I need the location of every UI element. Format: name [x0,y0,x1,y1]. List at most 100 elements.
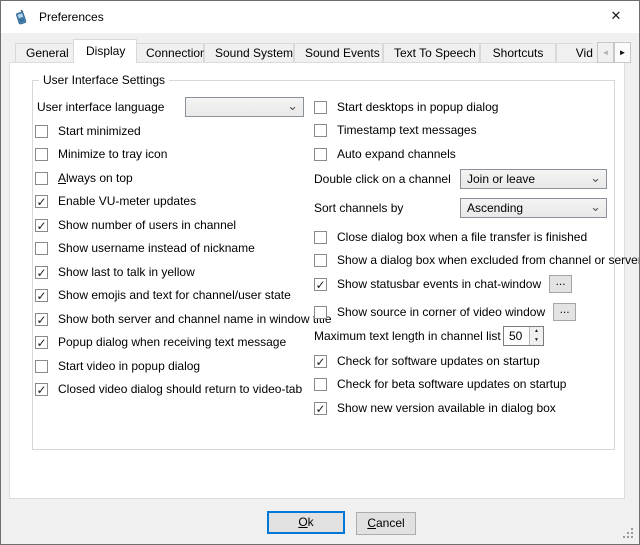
tab-scrollers: ◄ ► [597,42,631,63]
checkbox-row[interactable]: ✓ Check for software updates on startup [314,351,540,371]
checkbox[interactable] [35,172,48,185]
checkbox-label: Show username instead of nickname [58,241,255,255]
tab-sound-events[interactable]: Sound Events [294,43,383,63]
spin-down-icon[interactable]: ▼ [530,336,543,345]
double-click-label: Double click on a channel [314,172,451,186]
checkbox-row[interactable]: ✓ Show number of users in channel [35,215,236,235]
checkbox[interactable]: ✓ [35,336,48,349]
max-text-value: 50 [509,329,522,343]
checkbox-row[interactable]: ✓Closed video dialog should return to vi… [35,379,302,399]
tab-general[interactable]: General [15,43,75,63]
max-text-spinbox[interactable]: 50 ▲ ▼ [503,326,544,346]
checkbox-label: Show new version available in dialog box [337,401,556,415]
cancel-button[interactable]: Cancel [356,512,416,535]
checkbox-row[interactable]: Start desktops in popup dialog [314,97,498,117]
checkbox-row[interactable]: Start minimized [35,121,141,141]
checkbox-label: Check for software updates on startup [337,354,540,368]
checkbox-label: Close dialog box when a file transfer is… [337,230,587,244]
checkbox[interactable] [35,148,48,161]
checkbox-row[interactable]: ✓ Enable VU-meter updates [35,191,196,211]
checkbox-label: Start desktops in popup dialog [337,100,498,114]
checkbox-row[interactable]: Minimize to tray icon [35,144,167,164]
display-tab-page: User Interface Settings User interface l… [9,62,625,499]
app-icon [13,9,29,25]
checkbox-label: Popup dialog when receiving text message [58,335,286,349]
checkbox[interactable]: ✓ [35,219,48,232]
checkbox-label: Enable VU-meter updates [58,194,196,208]
checkbox-row[interactable]: Timestamp text messages [314,120,477,140]
window-title: Preferences [39,10,104,24]
sort-channels-label: Sort channels by [314,201,403,215]
checkbox[interactable] [314,124,327,137]
tab-scroll-left-icon[interactable]: ◄ [597,42,614,63]
tab-sound-system[interactable]: Sound System [204,43,294,63]
checkbox[interactable] [314,254,327,267]
checkbox-row[interactable]: Show username instead of nickname [35,238,255,258]
tab-video[interactable]: Video [556,43,593,63]
checkbox-row[interactable]: ✓ Popup dialog when receiving text messag… [35,332,286,352]
checkbox-label: Timestamp text messages [337,123,477,137]
language-combo[interactable]: ⌄ [185,97,304,117]
ok-button[interactable]: Ok [267,511,345,534]
checkbox[interactable]: ✓ [35,195,48,208]
checkbox[interactable] [35,242,48,255]
checkbox[interactable] [314,148,327,161]
chevron-down-icon: ⌄ [590,199,601,215]
chevron-down-icon: ⌄ [287,98,298,114]
checkbox[interactable] [314,101,327,114]
checkbox[interactable]: ✓ [35,313,48,326]
checkbox[interactable]: ✓ [35,266,48,279]
checkbox-row[interactable]: Show source in corner of video window ..… [314,302,576,322]
checkbox-row[interactable]: Check for beta software updates on start… [314,374,566,394]
preferences-dialog: Preferences ✕ General Display Connection… [0,0,640,545]
titlebar[interactable]: Preferences ✕ [1,1,639,33]
checkbox-row[interactable]: Start video in popup dialog [35,356,200,376]
double-click-combo[interactable]: Join or leave ⌄ [460,169,607,189]
checkbox[interactable]: ✓ [35,289,48,302]
checkbox-label: Show number of users in channel [58,218,236,232]
chevron-down-icon: ⌄ [590,170,601,186]
checkbox[interactable]: ✓ [35,383,48,396]
checkbox-row[interactable]: ✓ Show new version available in dialog bo… [314,398,556,418]
sort-channels-combo[interactable]: Ascending ⌄ [460,198,607,218]
sort-channels-row: Sort channels by [314,198,403,218]
checkbox-label: Start minimized [58,124,141,138]
double-click-combo-value: Join or leave [467,172,535,186]
checkbox[interactable]: ✓ [314,278,327,291]
checkbox-row[interactable]: ✓ Show statusbar events in chat-window .… [314,274,572,294]
checkbox-label: Show emojis and text for channel/user st… [58,288,291,302]
checkbox-label: Show source in corner of video window [337,305,545,319]
checkbox-row[interactable]: ✓Show both server and channel name in wi… [35,309,332,329]
checkbox-row[interactable]: Always on top [35,168,133,188]
checkbox-row[interactable]: Auto expand channels [314,144,456,164]
checkbox-row[interactable]: Show a dialog box when excluded from cha… [314,250,640,270]
checkbox[interactable] [35,125,48,138]
sort-channels-combo-value: Ascending [467,201,523,215]
tab-display[interactable]: Display [73,39,137,63]
checkbox-label: Show a dialog box when excluded from cha… [337,253,640,267]
double-click-row: Double click on a channel [314,169,451,189]
checkbox[interactable] [314,378,327,391]
checkbox-row[interactable]: ✓ Show emojis and text for channel/user s… [35,285,291,305]
tab-connection[interactable]: Connection [135,43,204,63]
tab-text-to-speech[interactable]: Text To Speech [383,43,480,63]
checkbox[interactable] [314,231,327,244]
spin-buttons: ▲ ▼ [529,327,543,345]
spin-up-icon[interactable]: ▲ [530,327,543,336]
checkbox[interactable]: ✓ [314,355,327,368]
checkbox[interactable] [35,360,48,373]
max-text-row: Maximum text length in channel list [314,326,501,346]
video-source-ellipsis-button[interactable]: ... [553,303,576,321]
close-button[interactable]: ✕ [599,1,633,31]
checkbox-label: Show statusbar events in chat-window [337,277,541,291]
group-title: User Interface Settings [39,73,169,87]
tab-bar: General Display Connection Sound System … [15,39,593,63]
checkbox[interactable] [314,306,327,319]
tab-shortcuts[interactable]: Shortcuts [480,43,556,63]
resize-grip[interactable] [631,536,633,538]
checkbox[interactable]: ✓ [314,402,327,415]
tab-scroll-right-icon[interactable]: ► [614,42,631,63]
checkbox-row[interactable]: Close dialog box when a file transfer is… [314,227,587,247]
statusbar-events-ellipsis-button[interactable]: ... [549,275,572,293]
checkbox-row[interactable]: ✓Show last to talk in yellow [35,262,195,282]
